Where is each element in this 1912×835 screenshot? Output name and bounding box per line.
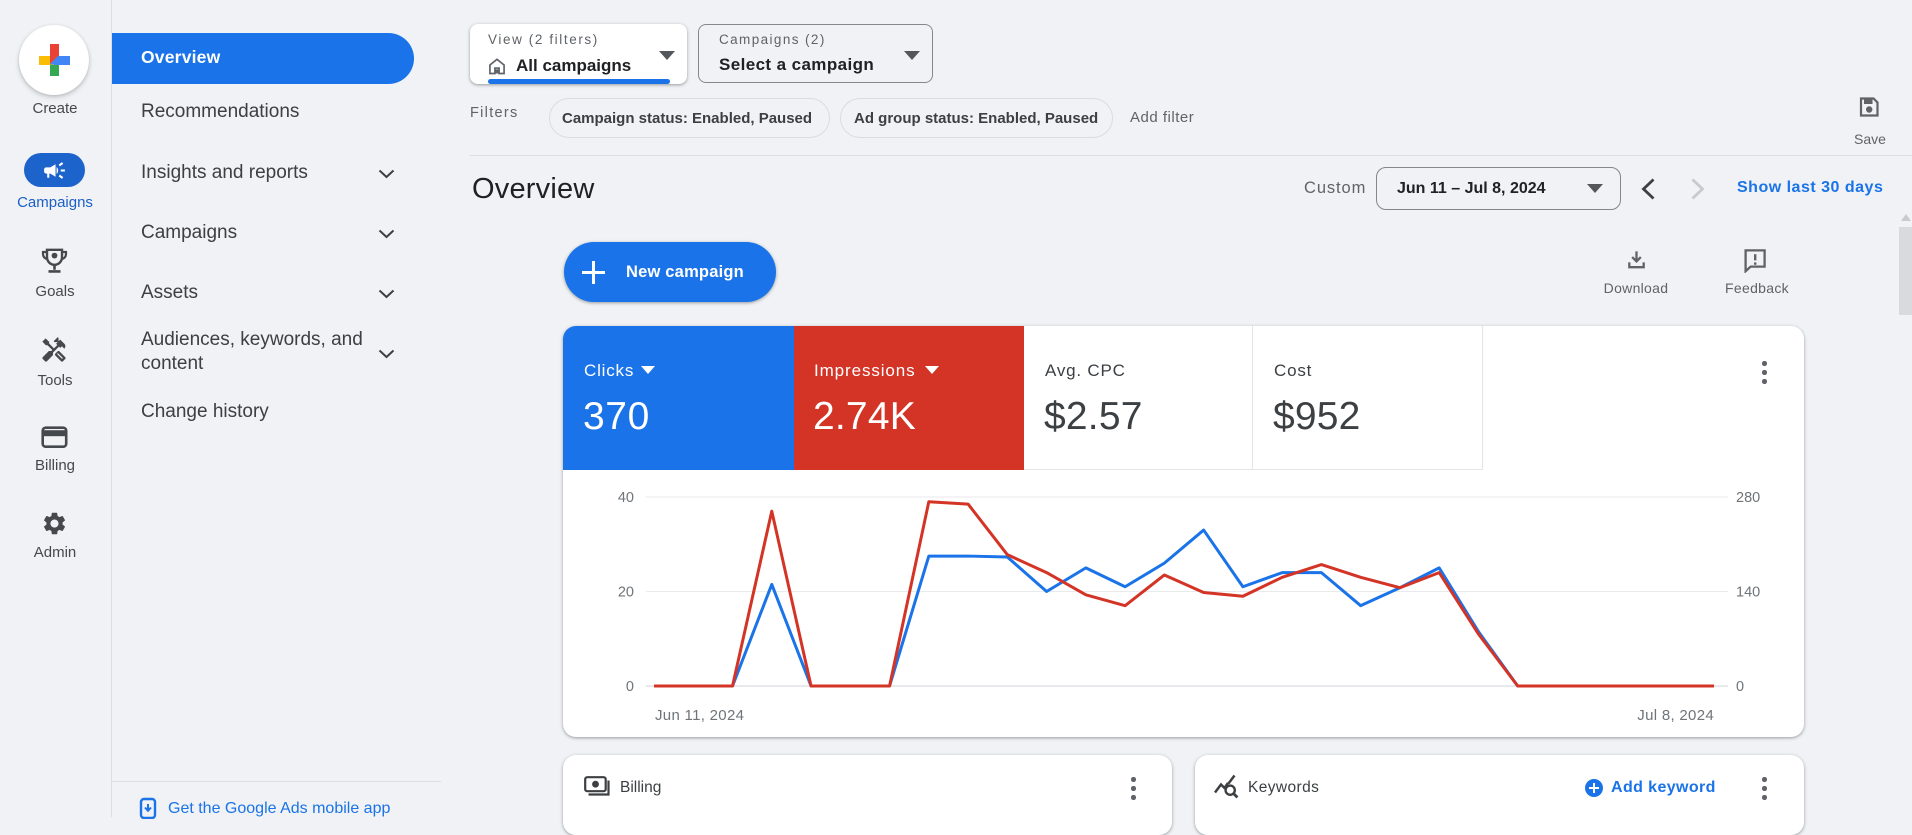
svg-text:Jun 11, 2024: Jun 11, 2024 — [655, 707, 744, 724]
svg-text:140: 140 — [1736, 585, 1760, 601]
svg-text:40: 40 — [618, 490, 634, 506]
svg-text:Jul 8, 2024: Jul 8, 2024 — [1637, 707, 1714, 724]
svg-text:0: 0 — [626, 679, 634, 695]
svg-text:280: 280 — [1736, 490, 1760, 506]
svg-text:20: 20 — [618, 585, 634, 601]
svg-text:0: 0 — [1736, 679, 1744, 695]
